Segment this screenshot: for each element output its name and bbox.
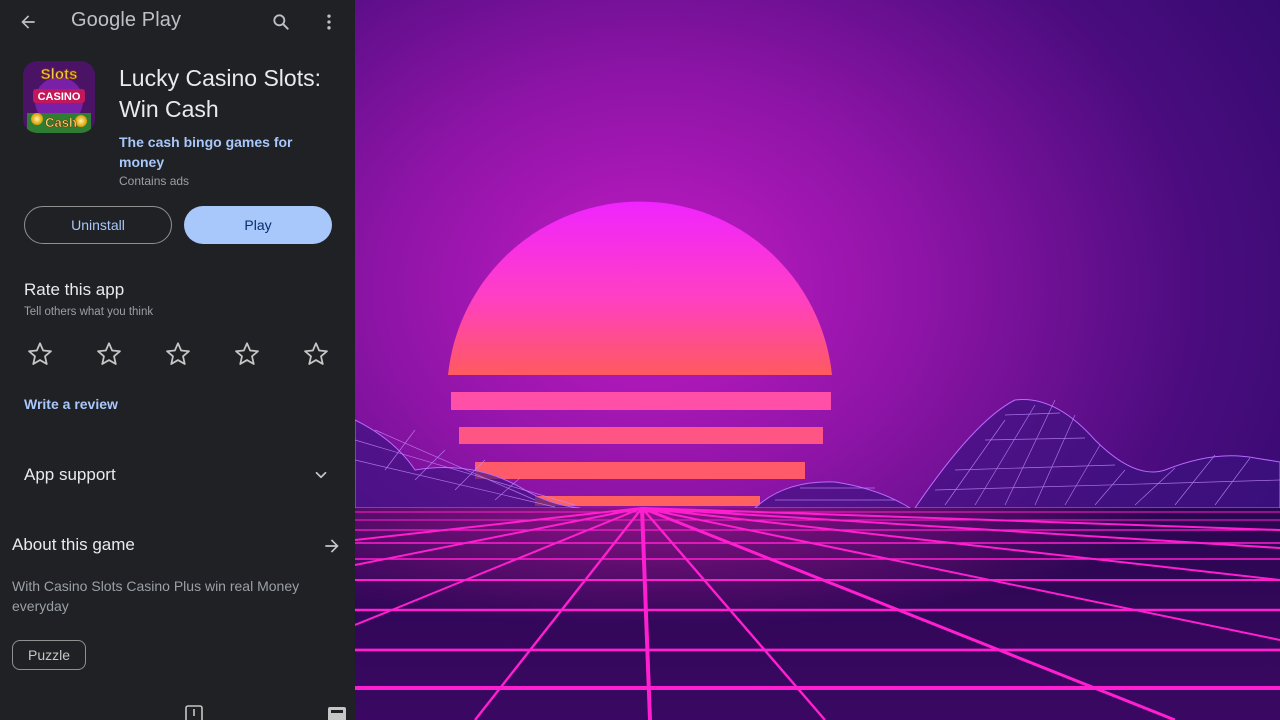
svg-text:Slots: Slots <box>41 66 78 83</box>
about-game-description: With Casino Slots Casino Plus win real M… <box>12 578 300 614</box>
app-title: Lucky Casino Slots: Win Cash <box>119 65 321 122</box>
svg-text:CASINO: CASINO <box>38 91 81 103</box>
search-button[interactable] <box>267 8 295 36</box>
play-store-panel: Google Play Slots CASINO Cash Lucky Casi… <box>0 0 355 720</box>
app-icon: Slots CASINO Cash <box>23 61 95 133</box>
rate-app-heading: Rate this app <box>24 280 125 299</box>
search-icon <box>273 14 289 30</box>
arrow-left-icon <box>21 15 35 29</box>
star-3-button[interactable] <box>162 338 194 370</box>
star-outline-icon <box>97 342 121 365</box>
app-support-heading[interactable]: App support <box>24 465 116 485</box>
top-app-bar: Google Play <box>0 0 355 44</box>
app-support-expand-button[interactable] <box>310 464 332 486</box>
stats-row-partial <box>0 700 355 720</box>
screen: Google Play Slots CASINO Cash Lucky Casi… <box>0 0 1280 720</box>
star-outline-icon <box>304 342 328 365</box>
app-developer-tagline[interactable]: The cash bingo games for money <box>119 132 319 172</box>
star-5-button[interactable] <box>300 338 332 370</box>
about-game-open-button[interactable] <box>320 534 344 558</box>
back-button[interactable] <box>14 8 42 36</box>
star-outline-icon <box>166 342 190 365</box>
star-4-button[interactable] <box>231 338 263 370</box>
more-options-button[interactable] <box>315 8 343 36</box>
contains-ads-label: Contains ads <box>119 174 190 188</box>
star-1-button[interactable] <box>24 338 56 370</box>
play-button[interactable]: Play <box>184 206 332 244</box>
content-rating-icon <box>328 707 346 720</box>
category-chip-puzzle[interactable]: Puzzle <box>12 640 86 670</box>
more-vert-icon <box>327 14 331 30</box>
store-title: Google Play <box>71 9 182 31</box>
arrow-right-icon <box>325 539 339 553</box>
chevron-down-icon <box>315 471 327 479</box>
synthwave-sunset-artwork <box>355 0 1280 720</box>
star-outline-icon <box>28 342 52 365</box>
star-outline-icon <box>235 342 259 365</box>
star-rating <box>24 338 334 370</box>
write-review-link[interactable]: Write a review <box>24 396 118 412</box>
svg-text:Cash: Cash <box>45 115 77 130</box>
uninstall-button[interactable]: Uninstall <box>24 206 172 244</box>
star-2-button[interactable] <box>93 338 125 370</box>
download-icon <box>185 705 203 720</box>
about-game-heading[interactable]: About this game <box>12 535 135 555</box>
rate-app-subtitle: Tell others what you think <box>24 306 154 318</box>
